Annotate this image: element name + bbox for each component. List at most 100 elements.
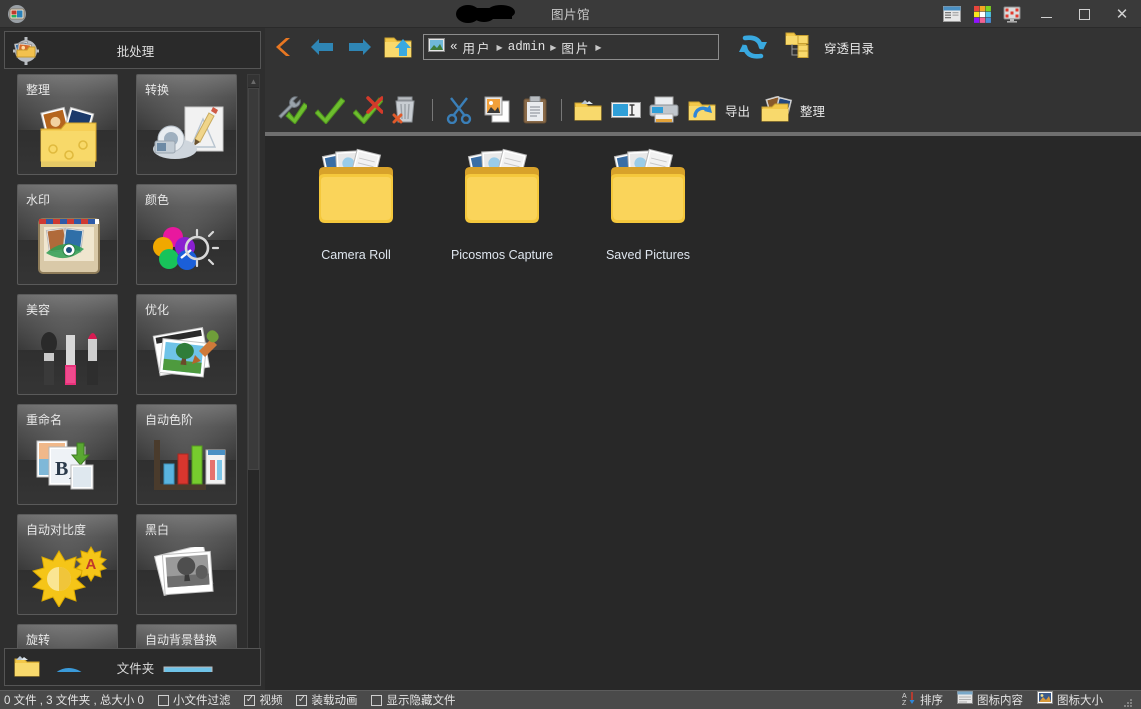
path-arrow-icon[interactable]: ▶: [497, 43, 503, 52]
batch-tile-auto-contrast[interactable]: 自动对比度 A: [17, 514, 118, 615]
batch-tile-organize[interactable]: 整理: [17, 74, 118, 175]
checkbox[interactable]: [157, 694, 169, 706]
file-name: Picosmos Capture: [450, 248, 554, 262]
organize-folder-photos-icon: [18, 97, 117, 174]
file-name: Camera Roll: [321, 248, 391, 262]
svg-text:A: A: [85, 556, 96, 573]
folder-up-icon[interactable]: [379, 30, 417, 64]
copy-image-icon[interactable]: [478, 91, 516, 129]
status-summary: 0 文件 , 3 文件夹 , 总大小 0: [4, 695, 144, 707]
status-check-show-hidden-files[interactable]: 显示隐藏文件: [371, 692, 455, 708]
path-arrow-icon[interactable]: ▶: [595, 43, 601, 52]
path-prefix: «: [450, 40, 458, 54]
path-segment-pictures[interactable]: 图片: [561, 38, 590, 57]
tile-label: 重命名: [26, 413, 63, 427]
check-cross-icon[interactable]: [349, 91, 387, 129]
document-list-icon[interactable]: [937, 0, 967, 28]
status-check-video[interactable]: ✓ 视频: [244, 692, 282, 708]
path-segment-user[interactable]: 用户: [463, 38, 492, 57]
toolbar-separator: [432, 99, 433, 121]
file-item[interactable]: Picosmos Capture: [429, 142, 575, 263]
folder-with-photos-icon: [453, 146, 551, 241]
convert-tools-icon: [137, 97, 236, 174]
icon-content-button[interactable]: 图标内容: [957, 691, 1023, 709]
file-item[interactable]: Camera Roll: [283, 142, 429, 263]
scroll-up-arrow-icon[interactable]: ▲: [248, 75, 259, 87]
beauty-cosmetics-icon: [18, 317, 117, 394]
svg-text:B: B: [55, 458, 68, 480]
sidebar-scrollbar[interactable]: ▲ ▼: [247, 74, 260, 672]
batch-tile-rename[interactable]: 重命名 B A: [17, 404, 118, 505]
folder-new-icon[interactable]: [569, 91, 607, 129]
batch-tile-beauty[interactable]: 美容: [17, 294, 118, 395]
batch-tile-black-white[interactable]: 黑白: [136, 514, 237, 615]
checkbox-label: 视频: [259, 695, 283, 707]
tile-label: 美容: [26, 303, 51, 317]
optimize-brush-photo-icon: [137, 317, 236, 394]
batch-tile-optimize[interactable]: 优化: [136, 294, 237, 395]
printer-icon[interactable]: [645, 91, 683, 129]
checkbox-label: 装载动画: [311, 695, 358, 707]
maximize-button[interactable]: [1065, 0, 1103, 28]
tile-label: 水印: [26, 193, 51, 207]
rename-ab-icon: B A: [18, 427, 117, 504]
green-check-icon[interactable]: [311, 91, 349, 129]
batch-tile-grid: 整理 转换 水印 颜色 美容 优化 重命名 B 自动色阶 自动对比度 A 黑白 …: [17, 74, 237, 672]
refresh-icon[interactable]: [737, 31, 769, 63]
icon-size-icon: [1037, 691, 1053, 709]
batch-tile-auto-levels[interactable]: 自动色阶: [136, 404, 237, 505]
export-folder-icon: [683, 91, 721, 129]
batch-photos-gear-icon: [11, 35, 41, 65]
toolbar-separator: [561, 99, 562, 121]
export-button[interactable]: 导出: [683, 91, 758, 129]
rename-field-icon[interactable]: [607, 91, 645, 129]
auto-levels-chart-icon: [137, 427, 236, 504]
batch-process-label: 批处理: [116, 44, 155, 59]
batch-tile-color[interactable]: 颜色: [136, 184, 237, 285]
svg-text:A: A: [902, 693, 907, 700]
picosmos-image-library-window: 图片馆 ✕ 批处理 整理 转换 水印 颜色 美容 优化 重命名 B 自动色阶 自…: [0, 0, 1141, 709]
status-check-load-animation[interactable]: ✓ 装载动画: [296, 692, 357, 708]
arrow-left-icon[interactable]: [303, 30, 341, 64]
organize-button[interactable]: 整理: [758, 91, 833, 129]
breadcrumb-path-input[interactable]: « 用户 ▶ admin ▶ 图片 ▶: [423, 34, 719, 60]
status-check-small-file-filter[interactable]: 小文件过滤: [157, 692, 230, 708]
wrench-check-icon[interactable]: [273, 91, 311, 129]
organize-icon: [758, 91, 796, 129]
tile-label: 黑白: [145, 523, 170, 537]
batch-process-header[interactable]: 批处理: [4, 31, 261, 69]
scissors-icon[interactable]: [440, 91, 478, 129]
batch-tile-rotate[interactable]: 旋转: [17, 624, 118, 672]
tile-label: 自动背景替换: [145, 633, 218, 647]
path-arrow-icon[interactable]: ▶: [550, 43, 556, 52]
screen-capture-icon[interactable]: [997, 0, 1027, 28]
color-palette-icon[interactable]: [967, 0, 997, 28]
tile-label: 旋转: [26, 633, 51, 647]
sort-button[interactable]: A Z 排序: [902, 691, 943, 709]
file-item[interactable]: Saved Pictures: [575, 142, 721, 263]
close-button[interactable]: ✕: [1103, 0, 1141, 28]
back-chevron-icon[interactable]: [265, 30, 303, 64]
deep-directory-button[interactable]: 穿透目录: [785, 31, 874, 63]
batch-tile-watermark[interactable]: 水印: [17, 184, 118, 285]
batch-tile-convert[interactable]: 转换: [136, 74, 237, 175]
trash-bin-icon[interactable]: [387, 91, 425, 129]
path-segment-admin[interactable]: admin: [508, 40, 546, 54]
auto-contrast-sun-icon: A: [18, 537, 117, 614]
scrollbar-thumb[interactable]: [248, 88, 259, 470]
resize-grip-icon[interactable]: [1123, 695, 1133, 707]
clipboard-icon[interactable]: [516, 91, 554, 129]
icon-size-label: 图标大小: [1057, 695, 1103, 707]
checkbox[interactable]: [371, 694, 383, 706]
checkbox[interactable]: ✓: [244, 694, 256, 706]
folder-with-photos-icon: [307, 146, 405, 241]
checkbox-label: 显示隐藏文件: [386, 695, 456, 707]
file-name: Saved Pictures: [605, 248, 691, 262]
arrow-right-icon[interactable]: [341, 30, 379, 64]
file-content-area[interactable]: Camera Roll Picosmos Capture Saved Pictu…: [265, 136, 1141, 690]
icon-size-button[interactable]: 图标大小: [1037, 691, 1103, 709]
batch-tile-auto-bg-replace[interactable]: 自动背景替换: [136, 624, 237, 672]
minimize-button[interactable]: [1027, 0, 1065, 28]
file-grid: Camera Roll Picosmos Capture Saved Pictu…: [265, 136, 1141, 269]
checkbox[interactable]: ✓: [296, 694, 308, 706]
